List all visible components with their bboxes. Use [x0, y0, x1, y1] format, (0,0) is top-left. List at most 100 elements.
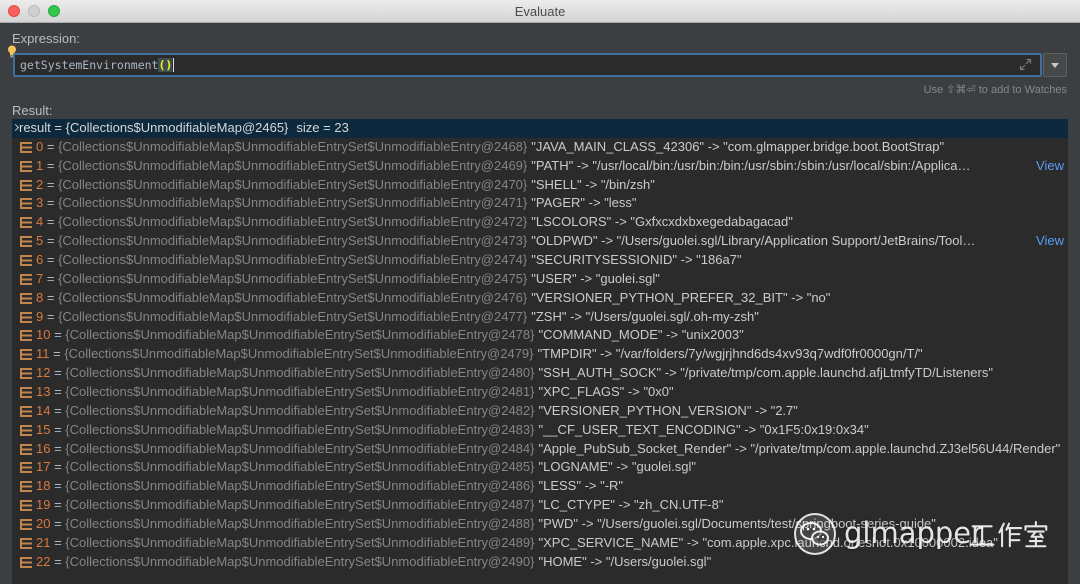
view-link[interactable]: View [1036, 157, 1064, 176]
history-dropdown-button[interactable] [1043, 53, 1067, 77]
entry-text: 15 = {Collections$UnmodifiableMap$Unmodi… [36, 421, 1064, 440]
entry-type: {Collections$UnmodifiableMap$Unmodifiabl… [58, 176, 528, 192]
entry-equals: = [50, 459, 66, 475]
entry-text: 14 = {Collections$UnmodifiableMap$Unmodi… [36, 402, 1064, 421]
result-size: size = 23 [296, 120, 349, 135]
map-entry-icon [20, 349, 32, 361]
entry-type: {Collections$UnmodifiableMap$Unmodifiabl… [65, 497, 535, 513]
entry-equals: = [43, 308, 59, 324]
title-bar: Evaluate [0, 0, 1080, 23]
map-entry-icon [20, 519, 32, 531]
entry-row[interactable]: 16 = {Collections$UnmodifiableMap$Unmodi… [12, 440, 1068, 459]
entry-type: {Collections$UnmodifiableMap$Unmodifiabl… [58, 308, 528, 324]
entry-row[interactable]: 5 = {Collections$UnmodifiableMap$Unmodif… [12, 232, 1068, 251]
watch-hint: Use ⇧⌘⏎ to add to Watches [923, 84, 1067, 96]
entry-equals: = [43, 195, 59, 211]
map-entry-icon [20, 462, 32, 474]
map-entry-icon [20, 179, 32, 191]
entry-equals: = [49, 346, 65, 362]
entry-value: "TMPDIR" -> "/var/folders/7y/wgjrjhnd6ds… [537, 346, 923, 362]
entry-value: "SECURITYSESSIONID" -> "186a7" [531, 252, 742, 268]
entry-type: {Collections$UnmodifiableMap$Unmodifiabl… [65, 553, 535, 569]
entry-value: "VERSIONER_PYTHON_VERSION" -> "2.7" [538, 402, 798, 418]
map-entry-icon [20, 217, 32, 229]
entry-row[interactable]: 13 = {Collections$UnmodifiableMap$Unmodi… [12, 383, 1068, 402]
map-entry-icon [20, 292, 32, 304]
entry-row[interactable]: 12 = {Collections$UnmodifiableMap$Unmodi… [12, 364, 1068, 383]
entry-text: 5 = {Collections$UnmodifiableMap$Unmodif… [36, 232, 1028, 251]
entry-value: "JAVA_MAIN_CLASS_42306" -> "com.glmapper… [531, 138, 945, 154]
entry-row[interactable]: 20 = {Collections$UnmodifiableMap$Unmodi… [12, 515, 1068, 534]
entry-value: "__CF_USER_TEXT_ENCODING" -> "0x1F5:0x19… [538, 421, 869, 437]
entry-row[interactable]: 17 = {Collections$UnmodifiableMap$Unmodi… [12, 458, 1068, 477]
entry-text: 13 = {Collections$UnmodifiableMap$Unmodi… [36, 383, 1064, 402]
map-entry-icon [20, 198, 32, 210]
entry-row[interactable]: 0 = {Collections$UnmodifiableMap$Unmodif… [12, 138, 1068, 157]
entry-row[interactable]: 19 = {Collections$UnmodifiableMap$Unmodi… [12, 496, 1068, 515]
map-entry-icon [20, 443, 32, 455]
entry-text: 0 = {Collections$UnmodifiableMap$Unmodif… [36, 138, 1064, 157]
result-root-text: result = {Collections$UnmodifiableMap@24… [19, 119, 1064, 138]
map-entry-icon [20, 500, 32, 512]
entry-row[interactable]: 9 = {Collections$UnmodifiableMap$Unmodif… [12, 308, 1068, 327]
map-entry-icon [20, 141, 32, 153]
entry-text: 4 = {Collections$UnmodifiableMap$Unmodif… [36, 213, 1064, 232]
entry-row[interactable]: 6 = {Collections$UnmodifiableMap$Unmodif… [12, 251, 1068, 270]
entry-type: {Collections$UnmodifiableMap$Unmodifiabl… [58, 214, 528, 230]
entry-text: 8 = {Collections$UnmodifiableMap$Unmodif… [36, 289, 1064, 308]
entry-type: {Collections$UnmodifiableMap$Unmodifiabl… [65, 459, 535, 475]
entry-text: 9 = {Collections$UnmodifiableMap$Unmodif… [36, 308, 1064, 327]
result-tree[interactable]: result = {Collections$UnmodifiableMap@24… [12, 119, 1068, 584]
entry-row[interactable]: 22 = {Collections$UnmodifiableMap$Unmodi… [12, 553, 1068, 572]
expand-editor-icon[interactable] [1019, 58, 1032, 71]
entry-row[interactable]: 7 = {Collections$UnmodifiableMap$Unmodif… [12, 270, 1068, 289]
entry-index: 14 [36, 402, 51, 418]
entry-value: "XPC_FLAGS" -> "0x0" [538, 384, 674, 400]
entry-index: 15 [36, 421, 51, 437]
expand-arrow-icon[interactable] [12, 123, 20, 132]
entry-type: {Collections$UnmodifiableMap$Unmodifiabl… [65, 421, 535, 437]
entry-value: "PAGER" -> "less" [531, 195, 637, 211]
entry-text: 12 = {Collections$UnmodifiableMap$Unmodi… [36, 364, 1064, 383]
entry-row[interactable]: 4 = {Collections$UnmodifiableMap$Unmodif… [12, 213, 1068, 232]
entry-value: "COMMAND_MODE" -> "unix2003" [538, 327, 744, 343]
entry-row[interactable]: 10 = {Collections$UnmodifiableMap$Unmodi… [12, 326, 1068, 345]
entry-type: {Collections$UnmodifiableMap$Unmodifiabl… [58, 195, 528, 211]
entry-row[interactable]: 14 = {Collections$UnmodifiableMap$Unmodi… [12, 402, 1068, 421]
entry-row[interactable]: 21 = {Collections$UnmodifiableMap$Unmodi… [12, 534, 1068, 553]
entry-row[interactable]: 11 = {Collections$UnmodifiableMap$Unmodi… [12, 345, 1068, 364]
entry-equals: = [50, 402, 66, 418]
map-entry-icon [20, 481, 32, 493]
map-entry-icon [20, 311, 32, 323]
entry-value: "USER" -> "guolei.sgl" [531, 270, 660, 286]
entry-index: 16 [36, 440, 51, 456]
entry-equals: = [43, 176, 59, 192]
entry-type: {Collections$UnmodifiableMap$Unmodifiabl… [65, 327, 535, 343]
map-entry-icon [20, 330, 32, 342]
map-entry-icon [20, 368, 32, 380]
entry-type: {Collections$UnmodifiableMap$Unmodifiabl… [58, 252, 528, 268]
entry-row[interactable]: 1 = {Collections$UnmodifiableMap$Unmodif… [12, 157, 1068, 176]
expression-input[interactable]: getSystemEnvironment() [13, 53, 1042, 77]
entry-row[interactable]: 8 = {Collections$UnmodifiableMap$Unmodif… [12, 289, 1068, 308]
entry-row[interactable]: 15 = {Collections$UnmodifiableMap$Unmodi… [12, 421, 1068, 440]
entry-type: {Collections$UnmodifiableMap$Unmodifiabl… [58, 138, 528, 154]
chevron-down-icon [1051, 63, 1059, 68]
map-entry-icon [20, 236, 32, 248]
result-root-row[interactable]: result = {Collections$UnmodifiableMap@24… [12, 119, 1068, 138]
entry-row[interactable]: 18 = {Collections$UnmodifiableMap$Unmodi… [12, 477, 1068, 496]
entry-equals: = [50, 478, 66, 494]
entry-row[interactable]: 2 = {Collections$UnmodifiableMap$Unmodif… [12, 176, 1068, 195]
entry-index: 19 [36, 497, 51, 513]
entry-index: 21 [36, 534, 51, 550]
map-entry-icon [20, 424, 32, 436]
entry-value: "PWD" -> "/Users/guolei.sgl/Documents/te… [538, 516, 936, 532]
entry-equals: = [50, 384, 66, 400]
expression-call: getSystemEnvironment [20, 58, 159, 72]
entry-value: "PATH" -> "/usr/local/bin:/usr/bin:/bin:… [531, 157, 971, 173]
entry-value: "SHELL" -> "/bin/zsh" [531, 176, 655, 192]
view-link[interactable]: View [1036, 232, 1064, 251]
entry-row[interactable]: 3 = {Collections$UnmodifiableMap$Unmodif… [12, 194, 1068, 213]
entry-value: "SSH_AUTH_SOCK" -> "/private/tmp/com.app… [538, 365, 993, 381]
entry-equals: = [50, 497, 66, 513]
